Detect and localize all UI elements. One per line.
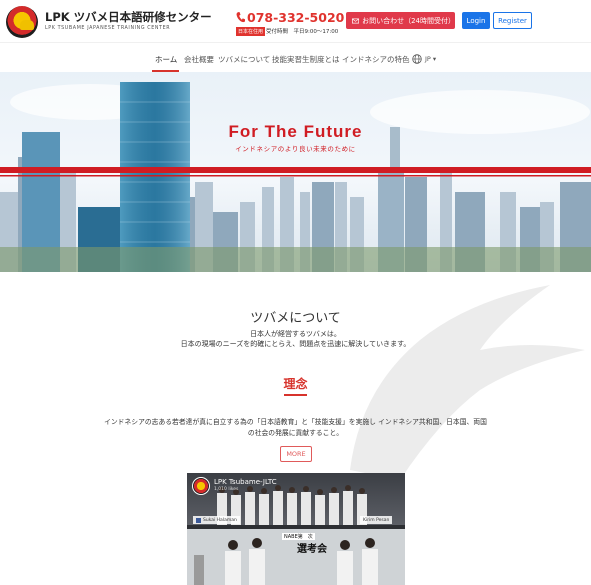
business-hours: 受付時間 平日9:00〜17:00: [266, 29, 339, 35]
nav-item-trainee-system[interactable]: 技能実習生制度とは: [272, 54, 340, 65]
about-section-title: ツバメについて: [250, 311, 341, 326]
facebook-likes: 1,010 likes: [214, 487, 239, 492]
phone-icon: [236, 12, 245, 23]
site-title[interactable]: LPK ツバメ日本語研修センター: [45, 9, 212, 25]
globe-icon[interactable]: [412, 54, 422, 64]
site-header: LPK ツバメ日本語研修センター LPK TSUBAME JAPANESE TR…: [0, 0, 591, 42]
nav-item-about[interactable]: ツバメについて: [218, 54, 270, 65]
facebook-send-message-label: Kirim Pesan: [363, 517, 390, 523]
hero-banner: For The Future インドネシアのより良い未来のために: [0, 72, 591, 272]
event-banner-large: 選考会: [297, 544, 327, 555]
swallow-emblem-icon: [20, 20, 34, 30]
facebook-page-name[interactable]: LPK Tsubame-JLTC: [214, 478, 277, 486]
nav-item-home[interactable]: ホーム: [155, 54, 177, 65]
nav-item-company[interactable]: 会社概要: [184, 54, 214, 65]
register-button[interactable]: Register: [493, 12, 532, 29]
site-logo[interactable]: [6, 6, 38, 38]
about-text-line1: 日本人が経営するツバメは。: [250, 330, 341, 338]
site-subtitle: LPK TSUBAME JAPANESE TRAINING CENTER: [45, 26, 171, 31]
city-skyline-image: [0, 82, 591, 272]
facebook-like-page-button[interactable]: Sukai Halaman: [193, 516, 240, 524]
mail-icon: [352, 18, 360, 23]
language-selector[interactable]: JP ▾: [425, 55, 436, 63]
phone-number[interactable]: 078-332-5020: [247, 10, 344, 25]
facebook-icon: [196, 517, 201, 523]
hours-badge: 日本在住用: [236, 27, 266, 36]
facebook-page-logo[interactable]: [192, 477, 210, 495]
philosophy-text-line1: インドネシアの志ある若者達が真に自立する為の「日本語教育」と「技能支援」を実施し…: [104, 418, 487, 426]
contact-button-label: お問い合わせ（24時間受付）: [362, 16, 455, 25]
philosophy-divider: [284, 394, 307, 396]
contact-button[interactable]: お問い合わせ（24時間受付）: [346, 12, 455, 29]
nav-item-indonesia[interactable]: インドネシアの特色: [342, 54, 410, 65]
more-button[interactable]: MORE: [280, 446, 312, 462]
event-banner-small: NABE第 次: [282, 533, 315, 540]
facebook-like-page-label: Sukai Halaman: [203, 517, 237, 523]
main-nav: ホーム 会社概要 ツバメについて 技能実習生制度とは インドネシアの特色 JP …: [0, 42, 591, 72]
philosophy-title: 理念: [283, 377, 308, 391]
hero-title: For The Future: [228, 122, 363, 141]
hero-subtitle: インドネシアのより良い未来のために: [235, 145, 356, 153]
language-label: JP: [425, 55, 431, 63]
login-button[interactable]: Login: [462, 12, 490, 29]
facebook-widget[interactable]: LPK Tsubame-JLTC 1,010 likes Sukai Halam…: [187, 473, 405, 585]
philosophy-text-line2: の社会の発展に貢献すること。: [247, 429, 344, 437]
facebook-send-message-button[interactable]: Kirim Pesan: [360, 516, 393, 524]
about-text-line2: 日本の現場のニーズを的確にとらえ、問題点を迅速に解決していきます。: [180, 340, 411, 348]
